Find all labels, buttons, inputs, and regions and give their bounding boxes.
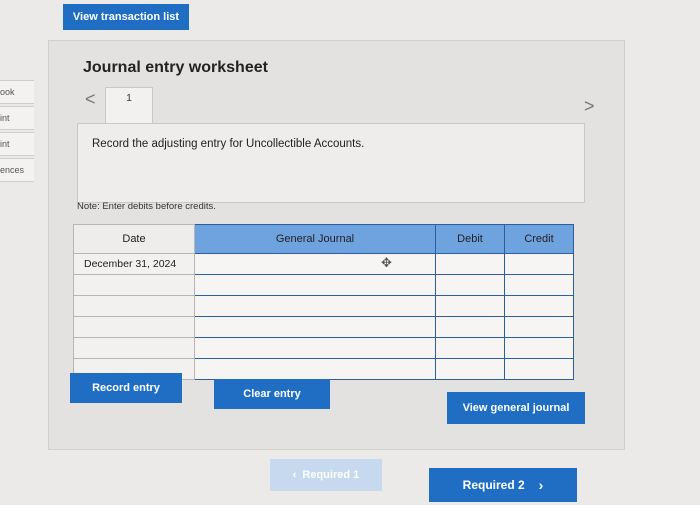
sidebar-item[interactable]: ences — [0, 158, 34, 182]
table-row — [73, 337, 574, 359]
clear-entry-button[interactable]: Clear entry — [214, 379, 330, 409]
date-cell — [73, 274, 195, 296]
table-row: December 31, 2024 ✥ — [73, 253, 574, 275]
date-cell — [73, 316, 195, 338]
credit-input[interactable] — [504, 316, 574, 338]
sidebar: ook int int ences — [0, 80, 34, 184]
debit-input[interactable] — [435, 253, 505, 275]
tab-1[interactable]: 1 — [105, 87, 153, 124]
required-2-button[interactable]: Required 2 › — [429, 468, 577, 502]
column-header-debit: Debit — [435, 224, 505, 254]
required-1-button[interactable]: ‹ Required 1 — [270, 459, 382, 491]
date-cell: December 31, 2024 — [73, 253, 195, 275]
credit-input[interactable] — [504, 253, 574, 275]
table-row — [73, 316, 574, 338]
account-input[interactable] — [194, 274, 436, 296]
column-header-date: Date — [73, 224, 195, 254]
account-input[interactable] — [194, 337, 436, 359]
required-1-label: Required 1 — [302, 469, 360, 481]
account-input[interactable] — [194, 295, 436, 317]
credit-input[interactable] — [504, 358, 574, 380]
debit-input[interactable] — [435, 337, 505, 359]
view-general-journal-button[interactable]: View general journal — [447, 392, 585, 424]
move-cursor-icon: ✥ — [381, 255, 392, 270]
note-text: Note: Enter debits before credits. — [77, 201, 216, 212]
table-row — [73, 274, 574, 296]
column-header-general-journal: General Journal — [194, 224, 436, 254]
account-input[interactable]: ✥ — [194, 253, 436, 275]
sidebar-item[interactable]: int — [0, 132, 34, 156]
sidebar-item[interactable]: ook — [0, 80, 34, 104]
chevron-left-icon[interactable]: < — [85, 89, 96, 110]
column-header-credit: Credit — [504, 224, 574, 254]
table-row — [73, 295, 574, 317]
account-input[interactable] — [194, 358, 436, 380]
sidebar-item[interactable]: int — [0, 106, 34, 130]
journal-table: Date General Journal Debit Credit Decemb… — [73, 224, 574, 380]
debit-input[interactable] — [435, 316, 505, 338]
chevron-right-icon: › — [538, 477, 544, 493]
required-2-label: Required 2 — [462, 478, 525, 492]
chevron-left-icon: ‹ — [292, 469, 297, 481]
debit-input[interactable] — [435, 358, 505, 380]
instruction-box: Record the adjusting entry for Uncollect… — [77, 123, 585, 203]
date-cell — [73, 337, 195, 359]
credit-input[interactable] — [504, 274, 574, 296]
credit-input[interactable] — [504, 295, 574, 317]
account-input[interactable] — [194, 316, 436, 338]
debit-input[interactable] — [435, 274, 505, 296]
date-cell — [73, 295, 195, 317]
debit-input[interactable] — [435, 295, 505, 317]
page-title: Journal entry worksheet — [83, 59, 268, 76]
record-entry-button[interactable]: Record entry — [70, 373, 182, 403]
credit-input[interactable] — [504, 337, 574, 359]
chevron-right-icon[interactable]: > — [584, 96, 595, 117]
instruction-text: Record the adjusting entry for Uncollect… — [92, 138, 365, 150]
view-transaction-list-button[interactable]: View transaction list — [63, 4, 189, 30]
